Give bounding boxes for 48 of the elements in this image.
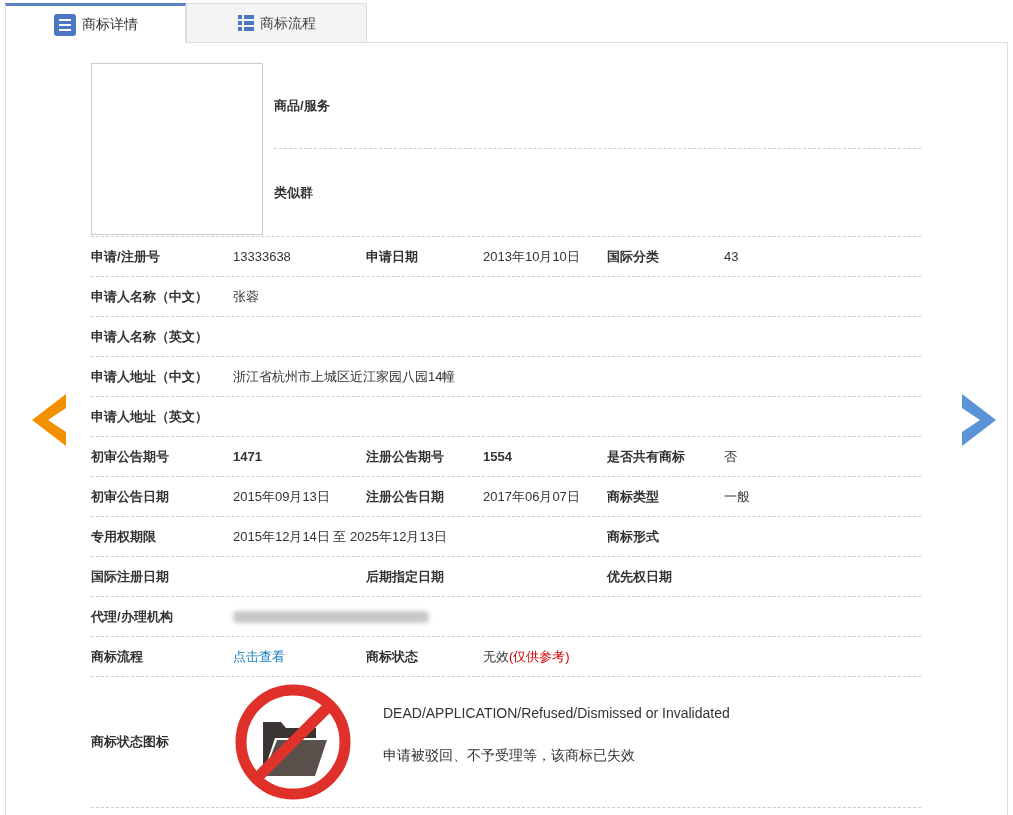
field-label: 商品/服务: [274, 96, 330, 115]
field-value: 1554: [483, 447, 512, 466]
field-value: 否: [724, 447, 737, 466]
field-label: 初审公告日期: [91, 487, 170, 506]
field-label: 商标类型: [607, 487, 660, 506]
field-value: 2013年10月10日: [483, 247, 580, 266]
field-value: 1471: [233, 447, 262, 466]
field-label: 国际分类: [607, 247, 660, 266]
field-label: 申请人名称（英文）: [91, 327, 209, 346]
field-label: 类似群: [274, 183, 313, 202]
field-label: 国际注册日期: [91, 567, 170, 586]
field-value: 43: [724, 247, 739, 266]
field-label: 代理/办理机构: [91, 607, 174, 626]
status-description: DEAD/APPLICATION/Refused/Dismissed or Invalidated: [383, 704, 730, 723]
next-arrow[interactable]: [962, 393, 996, 446]
previous-arrow[interactable]: [31, 393, 66, 446]
field-value: 张蓉: [233, 287, 259, 306]
field-label: 是否共有商标: [607, 447, 686, 466]
field-label: 申请人地址（英文）: [91, 407, 209, 426]
field-label: 申请日期: [366, 247, 419, 266]
field-label: 注册公告日期: [366, 487, 445, 506]
status-value: 无效: [483, 647, 509, 666]
field-label: 后期指定日期: [366, 567, 445, 586]
field-label: 注册公告期号: [366, 447, 445, 466]
status-note: (仅供参考): [509, 647, 570, 666]
prohibited-folder-icon: [233, 682, 353, 802]
field-value: 2015年12月14日 至 2025年12月13日: [233, 527, 447, 546]
field-label: 商标流程: [91, 647, 144, 666]
field-label: 申请人名称（中文）: [91, 287, 209, 306]
field-label: 初审公告期号: [91, 447, 170, 466]
field-label: 申请/注册号: [91, 247, 161, 266]
field-value: 2017年06月07日: [483, 487, 580, 506]
field-label: 优先权日期: [607, 567, 673, 586]
list-icon: [53, 13, 76, 36]
field-label: 商标状态图标: [91, 733, 170, 752]
list-icon: [237, 15, 254, 31]
tab[interactable]: 商标详情: [5, 3, 186, 43]
status-description: 申请被驳回、不予受理等，该商标已失效: [383, 746, 636, 765]
field-label: 商标状态: [366, 647, 419, 666]
field-label: 商标形式: [607, 527, 660, 546]
field-value: 浙江省杭州市上城区近江家园八园14幢: [233, 367, 456, 386]
field-value: 一般: [724, 487, 750, 506]
field-label: 专用权期限: [91, 527, 157, 546]
field-value: 2015年09月13日: [233, 487, 330, 506]
field-label: 申请人地址（中文）: [91, 367, 209, 386]
field-value: 13333638: [233, 247, 291, 266]
view-link[interactable]: 点击查看: [233, 646, 285, 667]
tab[interactable]: 商标流程: [186, 3, 367, 43]
